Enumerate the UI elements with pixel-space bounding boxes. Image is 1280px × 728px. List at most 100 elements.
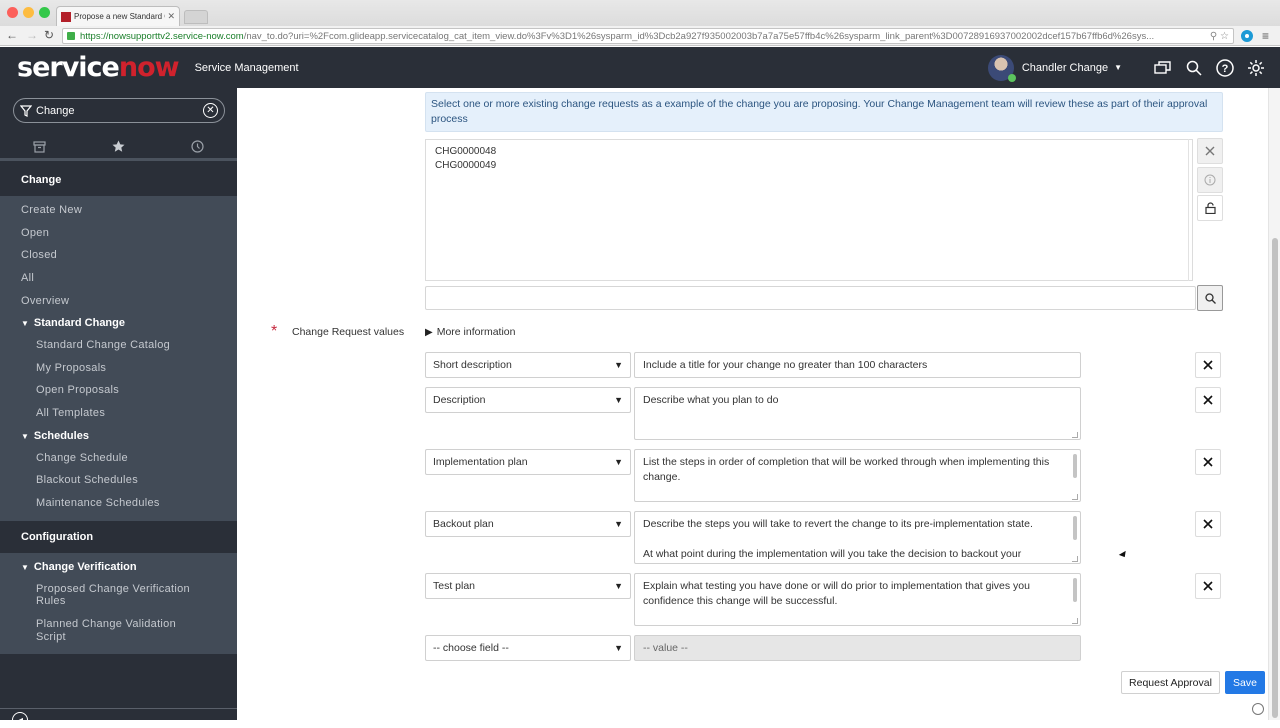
- user-menu-caret-icon[interactable]: ▼: [1114, 63, 1122, 72]
- nav-item-proposed-change-verification-rules[interactable]: Proposed Change Verification Rules: [0, 578, 200, 613]
- resize-handle[interactable]: [1072, 618, 1078, 624]
- choose-field-select[interactable]: -- choose field -- ▼: [425, 635, 631, 661]
- selected-change-item[interactable]: CHG0000049: [435, 159, 1183, 173]
- change-request-values-label: Change Request values: [292, 326, 405, 338]
- request-approval-button[interactable]: Request Approval: [1121, 671, 1220, 694]
- remove-row-button[interactable]: [1195, 352, 1221, 378]
- tab-close-icon[interactable]: ✕: [167, 11, 175, 22]
- expand-triangle-icon: ▶: [425, 326, 433, 338]
- user-menu[interactable]: Chandler Change: [1022, 62, 1108, 74]
- info-button[interactable]: [1197, 167, 1223, 193]
- textarea-scrollbar[interactable]: [1073, 578, 1077, 602]
- dropdown-arrow-icon: ▼: [614, 395, 623, 405]
- browser-menu-icon[interactable]: ≡: [1262, 29, 1269, 43]
- window-zoom-button[interactable]: [39, 7, 50, 18]
- remove-row-button[interactable]: [1195, 449, 1221, 475]
- forward-arrow-icon[interactable]: →: [26, 28, 38, 42]
- nav-item-standard-change-catalog[interactable]: Standard Change Catalog: [0, 334, 237, 357]
- page-scrollbar[interactable]: [1268, 88, 1280, 720]
- nav-item-maintenance-schedules[interactable]: Maintenance Schedules: [0, 492, 237, 515]
- resize-handle[interactable]: [1072, 556, 1078, 562]
- save-button[interactable]: Save: [1225, 671, 1265, 694]
- unlock-button[interactable]: [1197, 195, 1223, 221]
- user-avatar[interactable]: [987, 54, 1016, 82]
- help-icon[interactable]: ?: [1215, 58, 1235, 78]
- field-select[interactable]: Backout plan ▼: [425, 511, 631, 537]
- navigator-filter[interactable]: ✕: [13, 98, 225, 123]
- field-select[interactable]: Implementation plan ▼: [425, 449, 631, 475]
- collapse-navigator-icon[interactable]: ◀: [12, 712, 28, 728]
- tab-all-applications[interactable]: [0, 135, 79, 158]
- dropdown-arrow-icon: ▼: [614, 519, 623, 529]
- nav-item-planned-change-validation-script[interactable]: Planned Change Validation Script: [0, 613, 190, 648]
- change-lookup-input[interactable]: [425, 286, 1196, 310]
- nav-item-overview[interactable]: Overview: [0, 290, 237, 313]
- nav-item-all-templates[interactable]: All Templates: [0, 402, 237, 425]
- nav-item-change-schedule[interactable]: Change Schedule: [0, 447, 237, 470]
- response-time-icon[interactable]: [1252, 703, 1264, 715]
- logo-service: service: [17, 52, 120, 83]
- field-value-text: Explain what testing you have done or wi…: [643, 580, 1030, 607]
- nav-module-standard-change[interactable]: ▼ Standard Change: [0, 312, 237, 334]
- navigator-filter-input[interactable]: [36, 104, 203, 117]
- remove-row-button[interactable]: [1195, 573, 1221, 599]
- remove-row-button[interactable]: [1195, 387, 1221, 413]
- field-select[interactable]: Short description ▼: [425, 352, 631, 378]
- field-value-textarea[interactable]: Describe the steps you will take to reve…: [634, 511, 1081, 564]
- field-select[interactable]: Test plan ▼: [425, 573, 631, 599]
- search-icon[interactable]: [1184, 58, 1204, 78]
- nav-module-change-verification[interactable]: ▼ Change Verification: [0, 556, 237, 578]
- value-input-disabled: -- value --: [634, 635, 1081, 661]
- window-close-button[interactable]: [7, 7, 18, 18]
- expand-triangle-icon: ▼: [21, 319, 29, 329]
- nav-group-configuration: ▼ Change Verification Proposed Change Ver…: [0, 552, 237, 655]
- module-label: Schedules: [33, 429, 89, 442]
- back-arrow-icon[interactable]: ←: [6, 28, 18, 42]
- resize-handle[interactable]: [1072, 494, 1078, 500]
- zoom-star-icons[interactable]: ⚲ ☆: [1210, 31, 1229, 42]
- tab-favorites[interactable]: [79, 135, 158, 158]
- address-bar[interactable]: https://nowsupporttv2.service-now.com/na…: [62, 28, 1234, 44]
- servicenow-logo[interactable]: servicenow: [17, 52, 180, 83]
- selected-change-item[interactable]: CHG0000048: [435, 145, 1183, 159]
- nav-item-closed[interactable]: Closed: [0, 244, 237, 267]
- nav-item-open-proposals[interactable]: Open Proposals: [0, 379, 237, 402]
- servicenow-favicon-icon: [61, 11, 71, 22]
- field-select-label: Backout plan: [433, 518, 494, 530]
- remove-selected-button[interactable]: [1197, 138, 1223, 164]
- nav-item-create-new[interactable]: Create New: [0, 199, 237, 222]
- field-value-input[interactable]: Include a title for your change no great…: [634, 352, 1081, 378]
- field-value-textarea[interactable]: Explain what testing you have done or wi…: [634, 573, 1081, 626]
- connect-chat-icon[interactable]: [1153, 58, 1173, 78]
- nav-section-configuration[interactable]: Configuration: [0, 520, 237, 553]
- tab-history[interactable]: [158, 135, 237, 158]
- field-value-textarea[interactable]: List the steps in order of completion th…: [634, 449, 1081, 502]
- nav-section-change[interactable]: Change: [0, 164, 237, 196]
- field-select[interactable]: Description ▼: [425, 387, 631, 413]
- clear-filter-icon[interactable]: ✕: [203, 103, 218, 118]
- nav-item-open[interactable]: Open: [0, 222, 237, 245]
- field-value-textarea[interactable]: Describe what you plan to do: [634, 387, 1081, 440]
- selected-changes-list[interactable]: CHG0000048 CHG0000049: [425, 139, 1193, 281]
- nav-item-my-proposals[interactable]: My Proposals: [0, 357, 237, 380]
- field-select-label: Implementation plan: [433, 456, 528, 468]
- scroll-thumb[interactable]: [1272, 238, 1278, 718]
- nav-item-blackout-schedules[interactable]: Blackout Schedules: [0, 469, 237, 492]
- extension-icon[interactable]: [1241, 30, 1253, 42]
- textarea-scrollbar[interactable]: [1073, 454, 1077, 478]
- gear-icon[interactable]: [1246, 58, 1266, 78]
- remove-row-button[interactable]: [1195, 511, 1221, 537]
- star-icon: [112, 140, 125, 152]
- close-icon: [1203, 519, 1213, 529]
- browser-tab[interactable]: Propose a new Standard C ✕: [56, 6, 180, 26]
- nav-module-schedules[interactable]: ▼ Schedules: [0, 425, 237, 447]
- more-information-toggle[interactable]: ▶ More information: [425, 326, 515, 338]
- window-minimize-button[interactable]: [23, 7, 34, 18]
- textarea-scrollbar[interactable]: [1073, 516, 1077, 540]
- lookup-search-button[interactable]: [1197, 285, 1223, 311]
- nav-item-all[interactable]: All: [0, 267, 237, 290]
- reload-icon[interactable]: ↻: [44, 28, 54, 42]
- new-tab-button[interactable]: [184, 10, 208, 24]
- resize-handle[interactable]: [1072, 432, 1078, 438]
- close-icon: [1203, 360, 1213, 370]
